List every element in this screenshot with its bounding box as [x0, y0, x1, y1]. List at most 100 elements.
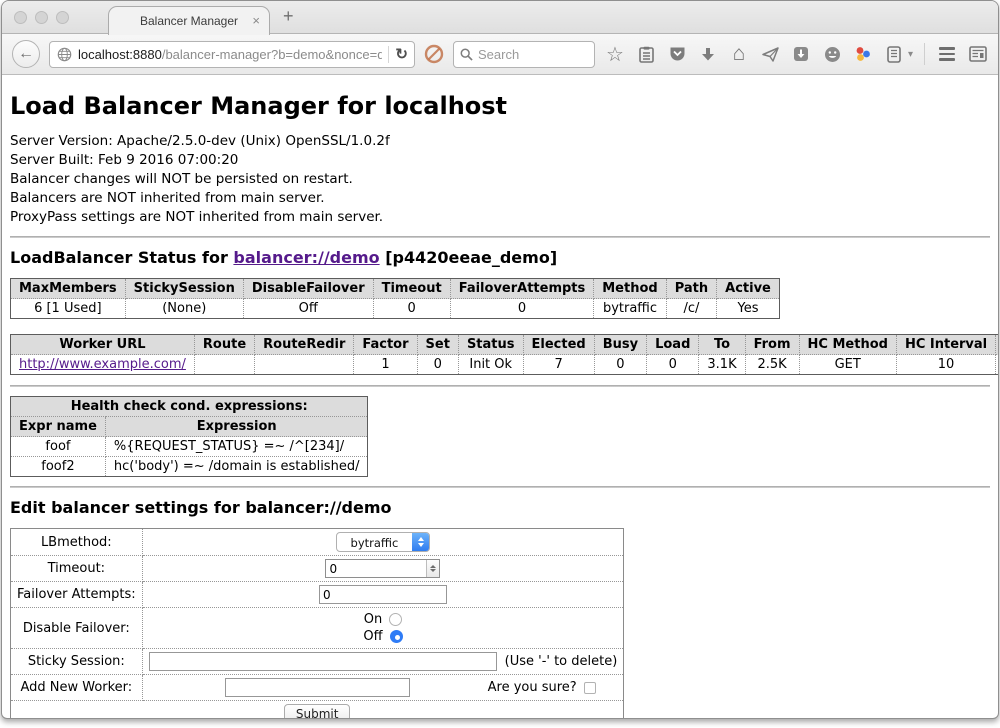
worker-header-row: Worker URL Route RouteRedir Factor Set S…: [11, 335, 999, 355]
add-worker-row: Add New Worker: Are you sure?: [11, 675, 624, 701]
submit-button[interactable]: Submit: [284, 704, 351, 719]
disable-failover-row: Disable Failover: On Off: [11, 608, 624, 649]
content-blocker-icon[interactable]: [424, 44, 444, 64]
back-button[interactable]: ←: [12, 40, 40, 68]
balancer-status-table: MaxMembers StickySession DisableFailover…: [10, 278, 780, 319]
server-info: Server Version: Apache/2.5.0-dev (Unix) …: [10, 132, 990, 227]
sticky-session-input[interactable]: [149, 652, 497, 671]
health-title-row: Health check cond. expressions:: [11, 397, 368, 417]
search-input[interactable]: [478, 47, 588, 62]
reload-icon[interactable]: ↻: [395, 45, 408, 63]
worker-data-row: http://www.example.com/ 1 0 Init Ok 7 0 …: [11, 355, 999, 375]
chevron-down-icon[interactable]: ▾: [908, 49, 913, 60]
timeout-input[interactable]: [326, 560, 426, 577]
urlbar-divider: [388, 46, 389, 63]
globe-icon: [56, 46, 72, 62]
disable-failover-label: Disable Failover:: [11, 608, 143, 649]
window-minimize-button[interactable]: [35, 11, 48, 24]
url-path: /balancer-manager?b=demo&nonce=decc37be-…: [162, 47, 383, 62]
worker-status-table: Worker URL Route RouteRedir Factor Set S…: [10, 334, 998, 375]
lbmethod-selected-value: bytraffic: [337, 533, 413, 551]
page-content: Load Balancer Manager for localhost Serv…: [2, 75, 998, 719]
radio-off-label: Off: [363, 629, 382, 644]
edit-settings-heading: Edit balancer settings for balancer://de…: [10, 498, 990, 517]
timeout-row: Timeout:: [11, 556, 624, 582]
worker-url-link[interactable]: http://www.example.com/: [19, 357, 186, 372]
menu-hamburger-icon[interactable]: [936, 43, 958, 65]
failover-attempts-row: Failover Attempts:: [11, 582, 624, 608]
lbmethod-label: LBmethod:: [11, 529, 143, 556]
col-path: Path: [666, 279, 716, 299]
sticky-session-row: Sticky Session: (Use '-' to delete): [11, 649, 624, 675]
col-worker-url: Worker URL: [11, 335, 195, 355]
search-bar[interactable]: [453, 41, 595, 68]
timeout-label: Timeout:: [11, 556, 143, 582]
container-archive-icon[interactable]: [883, 43, 905, 65]
window-controls: [14, 11, 69, 24]
tab-title: Balancer Manager: [140, 14, 238, 28]
section-divider: [10, 385, 990, 387]
status-heading: LoadBalancer Status for balancer://demo …: [10, 248, 990, 267]
navigation-toolbar: ← localhost:8880/balancer-manager?b=demo…: [2, 34, 998, 75]
search-icon: [460, 48, 473, 61]
send-plane-icon[interactable]: [759, 43, 781, 65]
pocket-icon[interactable]: [666, 43, 688, 65]
col-failoverattempts: FailoverAttempts: [450, 279, 594, 299]
failover-off-radio[interactable]: [390, 630, 403, 643]
select-stepper-icon: [412, 533, 429, 551]
window-close-button[interactable]: [14, 11, 27, 24]
server-version-line: Server Version: Apache/2.5.0-dev (Unix) …: [10, 132, 990, 151]
tab-close-icon[interactable]: ×: [252, 14, 260, 27]
reading-list-icon[interactable]: [635, 43, 657, 65]
inherit-note-line: Balancers are NOT inherited from main se…: [10, 189, 990, 208]
failover-attempts-input[interactable]: [319, 585, 447, 604]
health-table-title: Health check cond. expressions:: [11, 397, 368, 417]
save-to-device-icon[interactable]: [790, 43, 812, 65]
sticky-session-label: Sticky Session:: [11, 649, 143, 675]
col-maxmembers: MaxMembers: [11, 279, 126, 299]
balancer-data-row: 6 [1 Used] (None) Off 0 0 bytraffic /c/ …: [11, 299, 780, 319]
number-stepper-icon[interactable]: [426, 560, 439, 577]
health-header-row: Expr name Expression: [11, 417, 368, 437]
submit-row: Submit: [11, 701, 624, 720]
col-stickysession: StickySession: [125, 279, 243, 299]
confirm-label: Are you sure?: [488, 680, 577, 695]
section-divider: [10, 236, 990, 238]
url-text[interactable]: localhost:8880/balancer-manager?b=demo&n…: [78, 47, 382, 62]
reader-grid-icon[interactable]: [967, 43, 989, 65]
url-bar[interactable]: localhost:8880/balancer-manager?b=demo&n…: [49, 41, 415, 68]
col-expression: Expression: [105, 417, 368, 437]
bookmark-star-icon[interactable]: ☆: [604, 43, 626, 65]
server-built-line: Server Built: Feb 9 2016 07:00:20: [10, 151, 990, 170]
browser-tab[interactable]: Balancer Manager ×: [108, 6, 270, 35]
window-zoom-button[interactable]: [56, 11, 69, 24]
lbmethod-select[interactable]: bytraffic: [336, 532, 431, 552]
health-data-row: foof2 hc('body') =~ /domain is establish…: [11, 457, 368, 477]
col-active: Active: [717, 279, 780, 299]
persist-note-line: Balancer changes will NOT be persisted o…: [10, 170, 990, 189]
status-heading-suffix: [p4420eeae_demo]: [380, 248, 558, 267]
status-heading-prefix: LoadBalancer Status for: [10, 248, 233, 267]
downloads-icon[interactable]: [697, 43, 719, 65]
add-worker-label: Add New Worker:: [11, 675, 143, 701]
balancer-link[interactable]: balancer://demo: [233, 248, 379, 267]
add-worker-input[interactable]: [225, 678, 410, 697]
proxypass-note-line: ProxyPass settings are NOT inherited fro…: [10, 208, 990, 227]
col-expr-name: Expr name: [11, 417, 106, 437]
url-host: localhost:8880: [78, 47, 162, 62]
toolbar-separator: [924, 43, 925, 65]
back-arrow-icon: ←: [18, 45, 34, 63]
confirm-checkbox[interactable]: [584, 682, 596, 694]
health-data-row: foof %{REQUEST_STATUS} =~ /^[234]/: [11, 437, 368, 457]
new-tab-button[interactable]: +: [283, 6, 294, 27]
section-divider: [10, 486, 990, 488]
page-title: Load Balancer Manager for localhost: [10, 92, 990, 120]
colored-dots-extension-icon[interactable]: [852, 43, 874, 65]
failover-on-radio[interactable]: [389, 613, 402, 626]
browser-window: Balancer Manager × + ← localhost:8880/ba…: [1, 0, 999, 719]
health-check-table: Health check cond. expressions: Expr nam…: [10, 396, 368, 477]
chat-smiley-icon[interactable]: [821, 43, 843, 65]
balancer-header-row: MaxMembers StickySession DisableFailover…: [11, 279, 780, 299]
home-icon[interactable]: ⌂: [728, 43, 750, 65]
sticky-session-note: (Use '-' to delete): [505, 654, 618, 669]
